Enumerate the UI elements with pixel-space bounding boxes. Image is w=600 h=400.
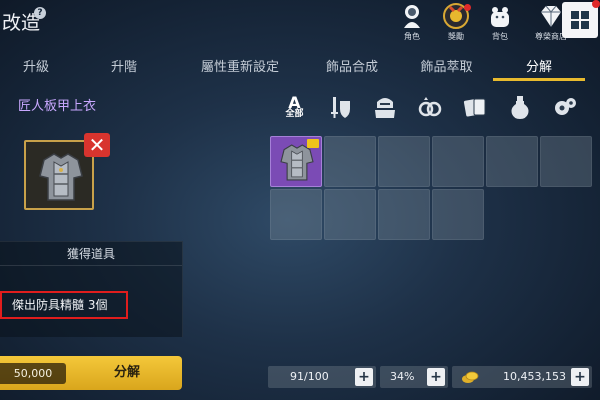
capacity-value: 91/100 [290, 370, 329, 383]
bag-button[interactable]: 背包 [478, 2, 522, 42]
rewards-button[interactable]: 獎勵 [434, 2, 478, 42]
inventory-slot[interactable] [486, 136, 538, 187]
filter-cards[interactable] [452, 92, 497, 122]
inventory-slot[interactable] [324, 189, 376, 240]
reward-item-line: 傑出防具精髓 3個 [0, 291, 128, 319]
bag-label: 背包 [492, 32, 508, 41]
grid-menu-icon [571, 11, 589, 29]
tab-upgrade[interactable]: 升級 [0, 50, 72, 81]
inventory-slot[interactable] [270, 189, 322, 240]
dismantle-cost: 50,000 [0, 363, 66, 384]
rewards-notification-dot [464, 4, 471, 11]
potion-icon [511, 96, 528, 119]
percent-plus-button[interactable]: + [427, 368, 445, 386]
reward-heading: 獲得道具 [0, 242, 182, 266]
expand-capacity-button[interactable]: + [355, 368, 373, 386]
help-icon[interactable]: ? [34, 7, 46, 19]
add-gold-button[interactable]: + [571, 368, 589, 386]
knight-helmet-icon [374, 98, 395, 118]
tab-dismantle[interactable]: 分解 [493, 50, 585, 81]
gold-value: 10,453,153 [503, 370, 566, 383]
rewards-label: 獎勵 [448, 32, 464, 41]
capacity-panel: 91/100 + [268, 366, 376, 388]
tab-accessory-synthesis[interactable]: 飾品合成 [304, 50, 400, 81]
sword-shield-icon [330, 97, 350, 118]
gold-panel: 10,453,153 + [452, 366, 592, 388]
remove-item-button[interactable]: ✕ [84, 133, 110, 157]
filter-all[interactable]: A 全部 [272, 92, 317, 122]
percent-panel: 34% + [380, 366, 448, 388]
tab-accessory-extraction[interactable]: 飾品萃取 [400, 50, 493, 81]
active-tab-indicator [493, 78, 585, 81]
character-button[interactable]: 角色 [390, 2, 434, 42]
equipped-badge [307, 139, 319, 148]
inventory-slot[interactable] [432, 189, 484, 240]
character-label: 角色 [404, 32, 420, 41]
rings-icon [418, 97, 441, 117]
category-filter-bar: A 全部 [272, 92, 587, 122]
reward-panel: 獲得道具 傑出防具精髓 3個 [0, 241, 183, 337]
inventory-slot[interactable] [378, 189, 430, 240]
diamond-icon [541, 5, 561, 27]
inventory-slot[interactable] [432, 136, 484, 187]
gears-icon [554, 98, 576, 115]
gold-coin-icon [462, 371, 479, 383]
menu-notification-dot [592, 0, 600, 8]
inventory-slot[interactable] [270, 136, 322, 187]
chest-armor-icon [39, 153, 83, 201]
chest-armor-icon [280, 144, 314, 181]
filter-weapons[interactable] [317, 92, 362, 122]
tab-advance[interactable]: 升階 [72, 50, 176, 81]
percent-value: 34% [390, 370, 415, 383]
tab-bar: 升級 升階 屬性重新設定 飾品合成 飾品萃取 分解 [0, 50, 600, 81]
main-menu-button[interactable] [562, 0, 600, 38]
character-icon [404, 5, 420, 28]
dismantle-label: 分解 [113, 365, 140, 380]
filter-materials[interactable] [542, 92, 587, 122]
inventory-slot[interactable] [378, 136, 430, 187]
bag-icon [491, 7, 509, 27]
inventory-slot[interactable] [540, 136, 592, 187]
inventory-slot[interactable] [324, 136, 376, 187]
top-icon-group: 角色 獎勵 背包 尊榮商店 [390, 2, 580, 42]
filter-accessories[interactable] [407, 92, 452, 122]
inventory-grid [270, 136, 592, 240]
all-filter-icon: A 全部 [285, 93, 304, 119]
tab-attribute-reset[interactable]: 屬性重新設定 [176, 50, 304, 81]
filter-consumables[interactable] [497, 92, 542, 122]
top-bar: 改造 ? 角色 獎勵 背包 尊榮商店 [0, 0, 600, 50]
dismantle-button[interactable]: 50,000 分解 [0, 356, 182, 390]
filter-armor[interactable] [362, 92, 407, 122]
selected-item-name: 匠人板甲上衣 [18, 99, 97, 114]
cards-icon [463, 98, 485, 117]
